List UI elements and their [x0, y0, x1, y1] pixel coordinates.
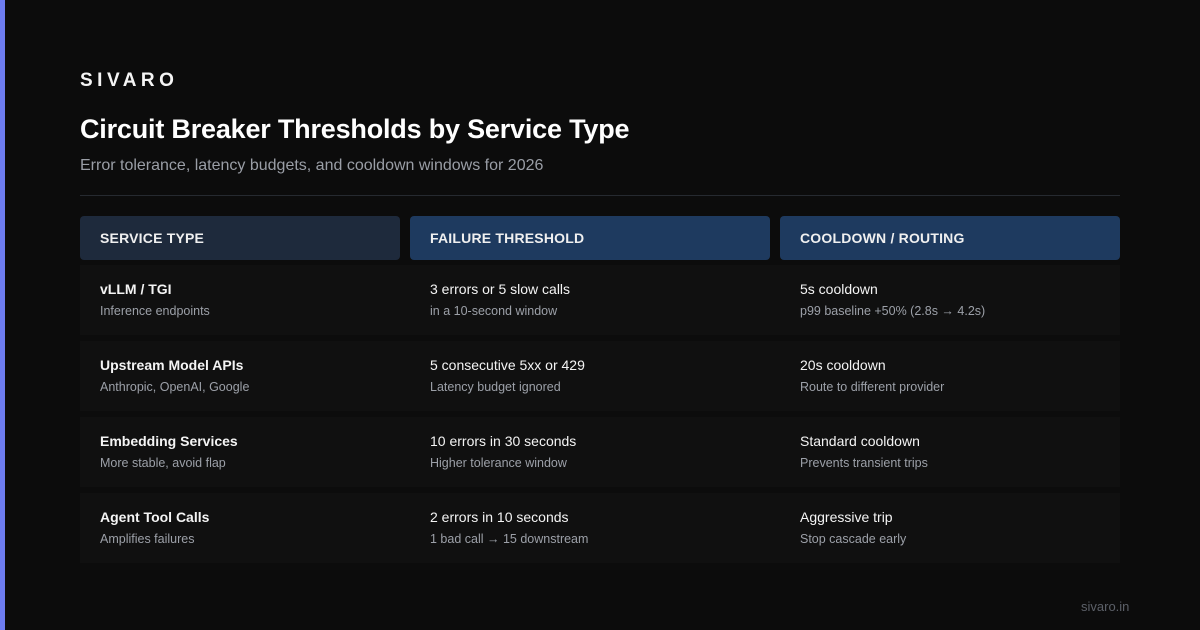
table-row: vLLM / TGI Inference endpoints 3 errors … [80, 265, 1120, 335]
threshold-cell: 2 errors in 10 seconds 1 bad call → 15 d… [430, 509, 588, 546]
threshold-value: 3 errors or 5 slow calls [430, 281, 571, 297]
cooldown-cell: 20s cooldown Route to different provider [800, 357, 944, 394]
brand-logo: SIVARO [80, 70, 179, 91]
service-name: Embedding Services [100, 433, 238, 449]
cooldown-note: Stop cascade early [800, 532, 907, 546]
service-name: vLLM / TGI [100, 281, 172, 297]
threshold-value: 5 consecutive 5xx or 429 [430, 357, 585, 373]
footer-url: sivaro.in [1081, 599, 1130, 614]
cooldown-value: 5s cooldown [800, 281, 878, 297]
service-name: Agent Tool Calls [100, 509, 210, 525]
service-cell: Embedding Services More stable, avoid fl… [100, 433, 238, 470]
threshold-cell: 10 errors in 30 seconds Higher tolerance… [430, 433, 576, 470]
service-note: Amplifies failures [100, 532, 195, 546]
table-row: Embedding Services More stable, avoid fl… [80, 417, 1120, 487]
page-title: Circuit Breaker Thresholds by Service Ty… [80, 114, 630, 144]
cooldown-note: Route to different provider [800, 380, 945, 394]
service-cell: Agent Tool Calls Amplifies failures [100, 509, 209, 546]
column-header-service-type: SERVICE TYPE [80, 216, 400, 260]
cooldown-value: 20s cooldown [800, 357, 886, 373]
cooldown-value: Aggressive trip [800, 509, 893, 525]
divider [80, 195, 1120, 196]
service-note: Inference endpoints [100, 304, 210, 318]
cooldown-cell: 5s cooldown p99 baseline +50% (2.8s → 4.… [800, 281, 985, 318]
service-note: More stable, avoid flap [100, 456, 226, 470]
threshold-value: 10 errors in 30 seconds [430, 433, 577, 449]
cooldown-note: Prevents transient trips [800, 456, 928, 470]
threshold-note: in a 10-second window [430, 304, 558, 318]
page-subtitle: Error tolerance, latency budgets, and co… [80, 157, 544, 174]
threshold-note: Higher tolerance window [430, 456, 567, 470]
threshold-note: Latency budget ignored [430, 380, 561, 394]
column-header-failure-threshold: FAILURE THRESHOLD [410, 216, 770, 260]
threshold-value: 2 errors in 10 seconds [430, 509, 569, 525]
cooldown-cell: Aggressive trip Stop cascade early [800, 509, 906, 546]
cooldown-value: Standard cooldown [800, 433, 920, 449]
cooldown-note: p99 baseline +50% (2.8s → 4.2s) [800, 304, 986, 318]
threshold-note: 1 bad call → 15 downstream [430, 532, 589, 546]
cooldown-cell: Standard cooldown Prevents transient tri… [800, 433, 928, 470]
threshold-cell: 5 consecutive 5xx or 429 Latency budget … [430, 357, 585, 394]
service-cell: vLLM / TGI Inference endpoints [100, 281, 210, 318]
column-header-cooldown-routing: COOLDOWN / ROUTING [780, 216, 1120, 260]
accent-bar [0, 0, 5, 630]
table-row: Upstream Model APIs Anthropic, OpenAI, G… [80, 341, 1120, 411]
service-name: Upstream Model APIs [100, 357, 244, 373]
table-row: Agent Tool Calls Amplifies failures 2 er… [80, 493, 1120, 563]
threshold-cell: 3 errors or 5 slow calls in a 10-second … [430, 281, 570, 318]
service-cell: Upstream Model APIs Anthropic, OpenAI, G… [100, 357, 249, 394]
service-note: Anthropic, OpenAI, Google [100, 380, 250, 394]
